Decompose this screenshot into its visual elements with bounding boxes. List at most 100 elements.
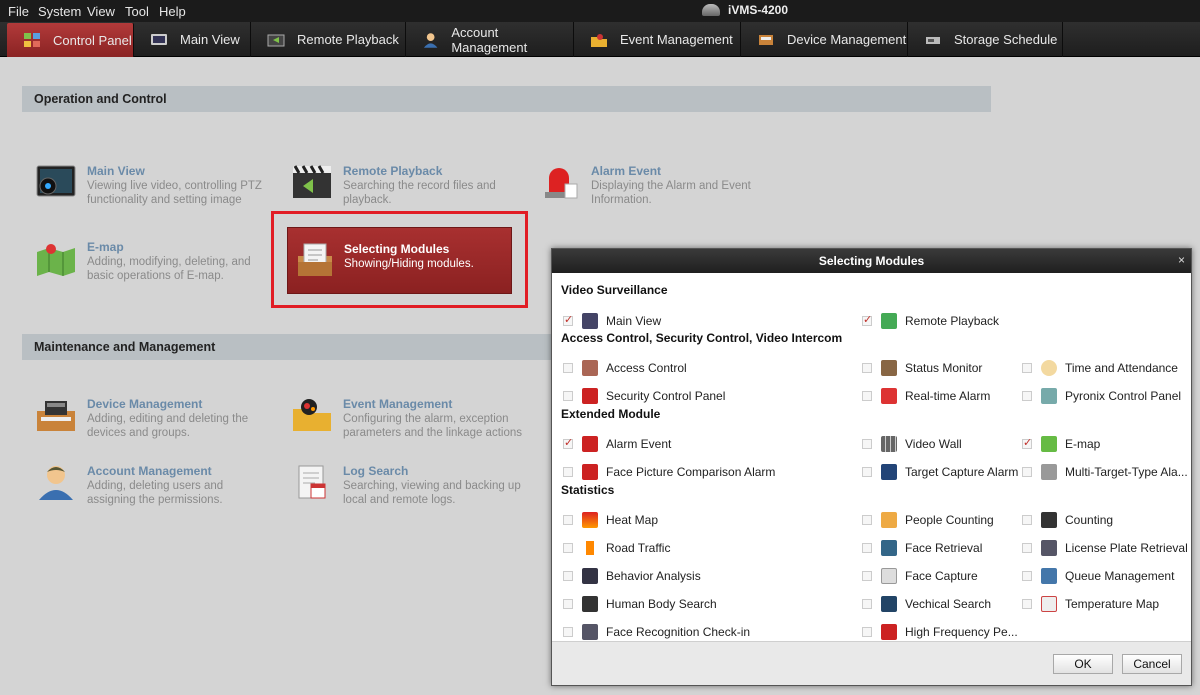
checkbox[interactable] xyxy=(862,543,872,553)
checkbox[interactable] xyxy=(563,543,573,553)
option-pyronix-control-panel[interactable]: Pyronix Control Panel xyxy=(1022,387,1181,405)
app-title: iVMS-4200 xyxy=(702,3,788,17)
checkbox[interactable] xyxy=(862,313,872,326)
checkbox[interactable] xyxy=(862,571,872,581)
checkbox[interactable] xyxy=(563,313,573,326)
option-temperature-map[interactable]: Temperature Map xyxy=(1022,595,1159,613)
ok-button[interactable]: OK xyxy=(1053,654,1113,674)
module-desc: Viewing live video, controlling PTZ func… xyxy=(87,180,262,206)
emap-icon xyxy=(37,244,75,276)
tab-remote-playback[interactable]: Remote Playback xyxy=(251,22,406,57)
checkbox[interactable] xyxy=(862,599,872,609)
option-realtime-alarm[interactable]: Real-time Alarm xyxy=(862,387,990,405)
menu-view[interactable]: View xyxy=(87,4,115,19)
tab-event-management[interactable]: Event Management xyxy=(574,22,741,57)
checkbox[interactable] xyxy=(862,627,872,637)
option-behavior-analysis[interactable]: Behavior Analysis xyxy=(563,567,701,585)
event-management-icon xyxy=(293,399,331,431)
remote-playback-icon xyxy=(881,313,897,329)
video-wall-icon xyxy=(881,436,897,452)
alarm-light-icon xyxy=(582,436,598,452)
alarm-light-icon xyxy=(582,388,598,404)
checkbox[interactable] xyxy=(1022,436,1032,449)
module-title: Remote Playback xyxy=(343,164,443,178)
option-high-frequency[interactable]: High Frequency Pe... xyxy=(862,623,1018,641)
option-human-body-search[interactable]: Human Body Search xyxy=(563,595,717,613)
option-face-retrieval[interactable]: Face Retrieval xyxy=(862,539,982,557)
module-desc: Searching the record files and playback. xyxy=(343,180,496,206)
checkbox[interactable] xyxy=(563,436,573,449)
device-icon xyxy=(759,34,773,45)
option-road-traffic[interactable]: Road Traffic xyxy=(563,539,670,557)
option-face-capture[interactable]: Face Capture xyxy=(862,567,978,585)
checkbox[interactable] xyxy=(563,627,573,637)
selecting-modules-button[interactable]: Selecting Modules Showing/Hiding modules… xyxy=(287,227,512,294)
module-desc: Configuring the alarm, exception paramet… xyxy=(343,413,522,439)
tab-main-view[interactable]: Main View xyxy=(134,22,251,57)
checkbox[interactable] xyxy=(563,515,573,525)
face-capture-icon xyxy=(881,568,897,584)
checkbox[interactable] xyxy=(862,391,872,401)
checkbox[interactable] xyxy=(862,439,872,449)
option-label: Multi-Target-Type Ala... xyxy=(1065,465,1188,479)
checkbox[interactable] xyxy=(862,515,872,525)
checkbox[interactable] xyxy=(563,599,573,609)
tab-control-panel[interactable]: Control Panel xyxy=(7,23,134,57)
checkbox[interactable] xyxy=(563,391,573,401)
checkbox[interactable] xyxy=(862,363,872,373)
module-desc: Adding, deleting users and assigning the… xyxy=(87,480,224,506)
option-counting[interactable]: Counting xyxy=(1022,511,1113,529)
option-vehicle-search[interactable]: Vechical Search xyxy=(862,595,991,613)
menu-file[interactable]: File xyxy=(8,4,29,19)
option-alarm-event[interactable]: Alarm Event xyxy=(563,435,671,453)
option-people-counting[interactable]: People Counting xyxy=(862,511,994,529)
option-label: Queue Management xyxy=(1065,569,1175,583)
cancel-button[interactable]: Cancel xyxy=(1122,654,1182,674)
group-video-surveillance: Video Surveillance xyxy=(561,283,668,297)
option-emap[interactable]: E-map xyxy=(1022,435,1100,453)
checkbox[interactable] xyxy=(1022,363,1032,373)
option-status-monitor[interactable]: Status Monitor xyxy=(862,359,982,377)
menu-tool[interactable]: Tool xyxy=(125,4,149,19)
option-multi-target[interactable]: Multi-Target-Type Ala... xyxy=(1022,463,1188,481)
tab-account-management[interactable]: Account Management xyxy=(406,22,574,57)
checkbox[interactable] xyxy=(563,467,573,477)
option-label: Road Traffic xyxy=(606,541,671,555)
option-license-plate[interactable]: License Plate Retrieval xyxy=(1022,539,1188,557)
tab-label: Account Management xyxy=(451,24,528,55)
option-security-control-panel[interactable]: Security Control Panel xyxy=(563,387,725,405)
option-remote-playback[interactable]: Remote Playback xyxy=(862,312,999,330)
checkbox[interactable] xyxy=(1022,391,1032,401)
option-target-capture[interactable]: Target Capture Alarm xyxy=(862,463,1018,481)
menu-help[interactable]: Help xyxy=(159,4,186,19)
tab-device-management[interactable]: Device Management xyxy=(741,22,908,57)
checkbox[interactable] xyxy=(1022,599,1032,609)
main-view-icon xyxy=(151,33,167,45)
checkbox[interactable] xyxy=(1022,515,1032,525)
option-label: Human Body Search xyxy=(606,597,717,611)
checkbox[interactable] xyxy=(563,571,573,581)
close-icon[interactable]: × xyxy=(1178,249,1185,271)
alarm-light-icon xyxy=(545,168,578,199)
log-search-icon xyxy=(298,465,326,499)
checkbox[interactable] xyxy=(1022,467,1032,477)
checkbox[interactable] xyxy=(563,363,573,373)
module-title: Account Management xyxy=(87,464,212,478)
checkbox[interactable] xyxy=(862,467,872,477)
tab-storage-schedule[interactable]: Storage Schedule xyxy=(908,22,1063,57)
option-main-view[interactable]: Main View xyxy=(563,312,661,330)
option-time-attendance[interactable]: Time and Attendance xyxy=(1022,359,1178,377)
multi-target-icon xyxy=(1041,464,1057,480)
option-face-recognition-checkin[interactable]: Face Recognition Check-in xyxy=(563,623,750,641)
option-heat-map[interactable]: Heat Map xyxy=(563,511,658,529)
face-retrieval-icon xyxy=(881,540,897,556)
checkbox[interactable] xyxy=(1022,543,1032,553)
storage-icon xyxy=(926,36,940,44)
menu-system[interactable]: System xyxy=(38,4,81,19)
option-video-wall[interactable]: Video Wall xyxy=(862,435,962,453)
option-access-control[interactable]: Access Control xyxy=(563,359,687,377)
option-face-picture-comparison[interactable]: Face Picture Comparison Alarm xyxy=(563,463,775,481)
option-queue-management[interactable]: Queue Management xyxy=(1022,567,1174,585)
option-label: Security Control Panel xyxy=(606,389,726,403)
checkbox[interactable] xyxy=(1022,571,1032,581)
